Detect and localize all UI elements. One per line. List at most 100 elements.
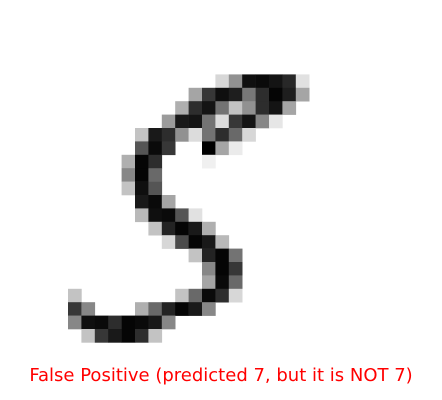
digit-pixel — [68, 302, 82, 316]
digit-pixel — [94, 329, 109, 343]
digit-pixel — [188, 288, 203, 303]
digit-pixel — [202, 221, 216, 236]
digit-pixel — [81, 302, 96, 316]
digit-pixel — [215, 87, 230, 102]
digit-pixel — [175, 128, 189, 142]
digit-pixel — [215, 262, 230, 276]
digit-pixel — [161, 208, 176, 223]
digit-pixel — [148, 302, 163, 316]
digit-pixel — [188, 101, 203, 115]
digit-pixel — [135, 329, 149, 343]
digit-pixel — [242, 74, 256, 89]
digit-pixel — [202, 288, 216, 303]
digit-pixel — [202, 128, 216, 142]
digit-pixel — [242, 128, 256, 142]
digit-pixel — [108, 315, 122, 330]
digit-pixel — [161, 195, 176, 209]
digit-pixel — [242, 101, 256, 115]
digit-pixel — [215, 114, 230, 129]
digit-pixel — [161, 128, 176, 142]
digit-pixel — [228, 114, 243, 129]
caption: False Positive (predicted 7, but it is N… — [29, 365, 413, 386]
digit-pixel — [161, 221, 176, 236]
digit-pixel — [255, 87, 270, 102]
digit-image — [68, 74, 310, 343]
digit-pixel — [215, 128, 230, 142]
figure: False Positive (predicted 7, but it is N… — [0, 0, 442, 400]
digit-pixel — [269, 101, 283, 115]
digit-pixel — [228, 128, 243, 142]
digit-pixel — [148, 221, 163, 236]
digit-pixel — [175, 208, 189, 223]
digit-pixel — [135, 195, 149, 209]
digit-pixel — [81, 329, 96, 343]
digit-pixel — [202, 114, 216, 129]
digit-pixel — [161, 302, 176, 316]
digit-pixel — [228, 87, 243, 102]
digit-pixel — [215, 288, 230, 303]
digit-pixel — [161, 315, 176, 330]
digit-pixel — [175, 221, 189, 236]
digit-pixel — [215, 235, 230, 249]
digit-pixel — [228, 141, 243, 156]
digit-pixel — [269, 74, 283, 89]
digit-pixel — [81, 315, 96, 330]
digit-pixel — [202, 101, 216, 115]
digit-pixel — [121, 329, 136, 343]
digit-pixel — [135, 128, 149, 142]
digit-pixel — [148, 329, 163, 343]
digit-pixel — [135, 208, 149, 223]
digit-pixel — [188, 248, 203, 263]
digit-pixel — [121, 168, 136, 182]
digit-pixel — [135, 141, 149, 156]
digit-pixel — [269, 114, 283, 129]
digit-pixel — [188, 114, 203, 129]
digit-pixel — [148, 315, 163, 330]
digit-pixel — [135, 181, 149, 196]
digit-pixel — [161, 114, 176, 129]
digit-pixel — [255, 114, 270, 129]
digit-pixel — [148, 195, 163, 209]
digit-pixel — [68, 315, 82, 330]
digit-pixel — [188, 221, 203, 236]
digit-pixel — [148, 208, 163, 223]
digit-pixel — [108, 329, 122, 343]
digit-pixel — [188, 302, 203, 316]
digit-pixel — [228, 248, 243, 263]
digit-pixel — [135, 302, 149, 316]
digit-pixel — [255, 74, 270, 89]
digit-pixel — [242, 87, 256, 102]
digit-pixel — [148, 154, 163, 169]
digit-pixel — [175, 114, 189, 129]
digit-pixel — [148, 128, 163, 142]
digit-pixel — [121, 315, 136, 330]
digit-pixel — [215, 141, 230, 156]
digit-pixel — [202, 275, 216, 290]
digit-pixel — [228, 74, 243, 89]
digit-pixel — [242, 114, 256, 129]
digit-pixel — [202, 141, 216, 156]
digit-pixel — [135, 315, 149, 330]
digit-pixel — [295, 87, 310, 102]
digit-pixel — [121, 181, 136, 196]
digit-pixel — [175, 288, 189, 303]
digit-pixel — [175, 235, 189, 249]
digit-pixel — [282, 101, 297, 115]
digit-pixel — [282, 87, 297, 102]
digit-pixel — [148, 141, 163, 156]
digit-pixel — [175, 101, 189, 115]
digit-pixel — [188, 87, 203, 102]
digit-pixel — [188, 128, 203, 142]
digit-pixel — [228, 262, 243, 276]
digit-pixel — [148, 168, 163, 182]
digit-pixel — [148, 181, 163, 196]
digit-pixel — [202, 302, 216, 316]
digit-pixel — [228, 101, 243, 115]
digit-pixel — [188, 208, 203, 223]
digit-pixel — [188, 235, 203, 249]
digit-pixel — [202, 262, 216, 276]
digit-pixel — [215, 74, 230, 89]
digit-pixel — [68, 288, 82, 303]
digit-pixel — [215, 101, 230, 115]
digit-pixel — [175, 302, 189, 316]
